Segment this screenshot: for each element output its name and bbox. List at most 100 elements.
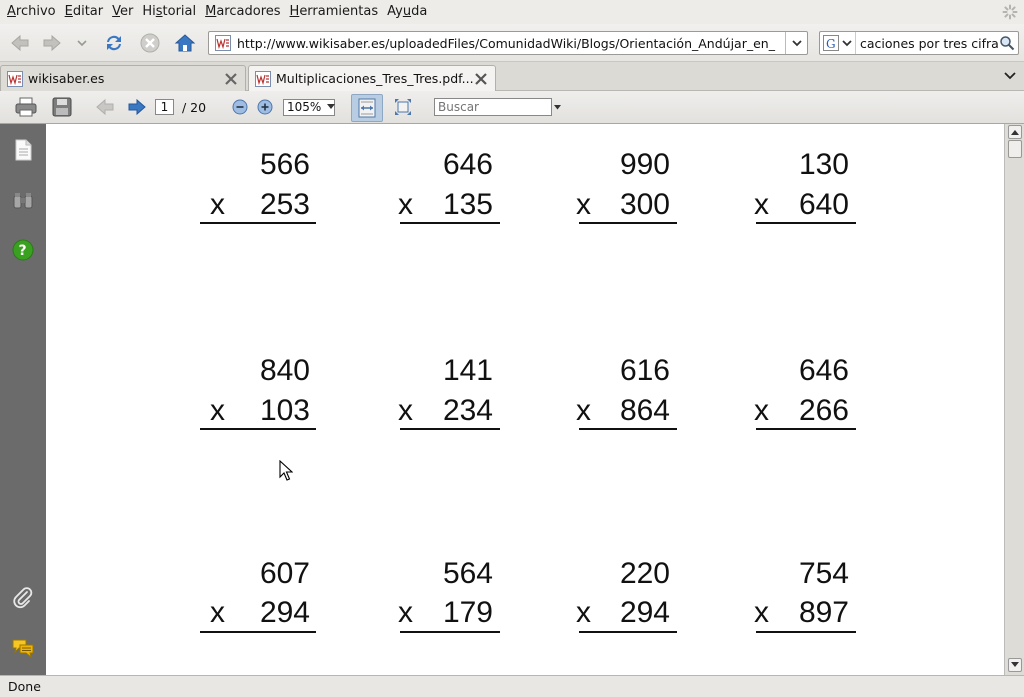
scroll-down-button[interactable] <box>1008 658 1022 672</box>
tab-bar: wikisaber.es Multiplicaciones_Tres_Tres.… <box>0 62 1024 91</box>
zoom-out-icon <box>232 99 248 115</box>
tab-title: wikisaber.es <box>28 71 105 86</box>
search-engine-selector[interactable]: G <box>820 32 856 54</box>
throbber-icon <box>1002 4 1018 20</box>
zoom-out-button[interactable] <box>229 95 251 119</box>
save-button[interactable] <box>48 95 76 119</box>
home-icon <box>174 34 196 52</box>
multiply-sign: x <box>754 188 769 221</box>
multiplicand: 141 <box>442 354 493 387</box>
menu-archivo[interactable]: Archivo <box>4 0 62 24</box>
menu-ver[interactable]: Ver <box>109 0 139 24</box>
zoom-dropdown-icon[interactable] <box>327 104 335 110</box>
back-button[interactable] <box>6 29 34 57</box>
tab-list-chevron-icon[interactable] <box>1002 68 1018 84</box>
multiplier: 300 <box>619 188 670 221</box>
pages-panel-button[interactable] <box>11 138 35 162</box>
search-icon[interactable] <box>999 35 1015 51</box>
multiply-sign: x <box>210 596 225 629</box>
wikisaber-favicon-icon <box>7 70 23 87</box>
history-dropdown-button[interactable] <box>72 29 92 57</box>
arrow-up-icon <box>1011 130 1019 135</box>
multiplicand: 130 <box>798 148 849 181</box>
printer-icon <box>15 97 37 117</box>
fit-width-button[interactable] <box>351 94 383 122</box>
multiplier: 103 <box>259 394 310 427</box>
arrow-right-icon <box>128 98 146 116</box>
scroll-up-button[interactable] <box>1008 125 1022 139</box>
arrow-left-icon <box>96 98 114 116</box>
wikisaber-favicon-icon <box>215 35 231 51</box>
help-button[interactable]: ? <box>11 238 35 262</box>
multiply-sign: x <box>398 394 413 427</box>
close-tab-icon[interactable] <box>223 71 239 87</box>
result-line <box>400 631 500 633</box>
multiplicand: 607 <box>259 557 310 590</box>
multiply-sign: x <box>576 596 591 629</box>
tab-multiplicaciones-pdf[interactable]: Multiplicaciones_Tres_Tres.pdf... <box>248 65 496 91</box>
web-search-bar[interactable]: G caciones por tres cifras <box>819 31 1019 55</box>
pdf-toolbar: 1 / 20 105% <box>0 91 1024 124</box>
result-line <box>756 428 856 430</box>
tab-wikisaber[interactable]: wikisaber.es <box>0 65 246 91</box>
previous-page-button[interactable] <box>92 95 118 119</box>
multiplier: 294 <box>619 596 670 629</box>
chevron-down-icon <box>77 40 87 47</box>
find-panel-button[interactable] <box>11 189 35 213</box>
fit-width-icon <box>358 98 376 118</box>
stop-button[interactable] <box>136 29 164 57</box>
vertical-scrollbar[interactable] <box>1004 124 1024 675</box>
result-line <box>200 428 316 430</box>
mouse-pointer-icon <box>279 460 293 481</box>
close-tab-icon[interactable] <box>473 71 489 87</box>
svg-text:G: G <box>826 37 836 51</box>
comments-panel-button[interactable] <box>11 636 35 660</box>
menu-bar: Archivo Editar Ver Historial Marcadores … <box>0 0 1024 24</box>
multiplier: 864 <box>619 394 670 427</box>
result-line <box>200 222 316 224</box>
search-input[interactable]: caciones por tres cifras <box>856 36 999 51</box>
menu-ayuda[interactable]: Ayuda <box>384 0 433 24</box>
fit-page-button[interactable] <box>390 95 416 119</box>
multiply-sign: x <box>398 188 413 221</box>
menu-editar[interactable]: Editar <box>62 0 110 24</box>
document-pages-icon <box>15 139 32 161</box>
paperclip-icon <box>13 587 33 609</box>
result-line <box>400 222 500 224</box>
chevron-down-icon <box>842 40 852 47</box>
print-button[interactable] <box>12 95 40 119</box>
multiply-sign: x <box>576 394 591 427</box>
url-bar[interactable]: http://www.wikisaber.es/uploadedFiles/Co… <box>208 31 808 55</box>
scrollbar-thumb[interactable] <box>1008 140 1022 158</box>
multiply-sign: x <box>576 188 591 221</box>
pdf-search-input[interactable] <box>434 98 552 116</box>
status-text: Done <box>8 679 41 694</box>
home-button[interactable] <box>171 29 199 57</box>
zoom-in-button[interactable] <box>254 95 276 119</box>
menu-herramientas[interactable]: Herramientas <box>287 0 385 24</box>
multiply-sign: x <box>754 596 769 629</box>
fit-page-icon <box>395 99 411 115</box>
result-line <box>400 428 500 430</box>
next-page-button[interactable] <box>124 95 150 119</box>
search-options-dropdown-icon[interactable] <box>554 105 561 110</box>
tab-title: Multiplicaciones_Tres_Tres.pdf... <box>276 71 473 86</box>
multiplier: 135 <box>442 188 493 221</box>
url-text[interactable]: http://www.wikisaber.es/uploadedFiles/Co… <box>237 36 785 51</box>
attachments-panel-button[interactable] <box>11 586 35 610</box>
menu-historial[interactable]: Historial <box>139 0 202 24</box>
multiplier: 640 <box>798 188 849 221</box>
forward-button[interactable] <box>38 29 66 57</box>
menu-marcadores[interactable]: Marcadores <box>202 0 286 24</box>
pdf-sidebar: ? <box>0 124 46 675</box>
chevron-down-icon <box>791 40 802 47</box>
status-bar: Done <box>0 675 1024 697</box>
multiply-sign: x <box>210 394 225 427</box>
result-line <box>756 222 856 224</box>
forward-arrow-icon <box>43 34 61 52</box>
reload-button[interactable] <box>100 29 128 57</box>
url-dropdown-button[interactable] <box>785 32 807 54</box>
page-number-input[interactable]: 1 <box>155 99 174 115</box>
multiplicand: 840 <box>259 354 310 387</box>
help-question-icon: ? <box>12 239 34 261</box>
